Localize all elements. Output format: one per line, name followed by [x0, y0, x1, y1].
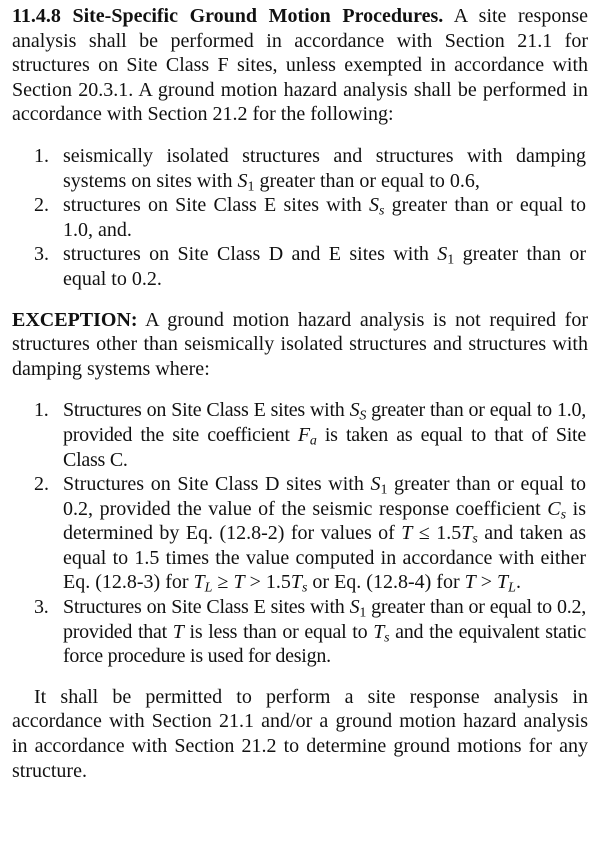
list-number: 2. [34, 473, 49, 496]
list-item: 1. seismically isolated structures and st… [34, 144, 586, 195]
intro-paragraph: 11.4.8 Site-Specific Ground Motion Proce… [12, 4, 588, 127]
list-item: 3. Structures on Site Class E sites with … [34, 596, 586, 668]
list-item: 2. Structures on Site Class D sites with … [34, 473, 586, 596]
standard-section: 11.4.8 Site-Specific Ground Motion Proce… [0, 0, 600, 783]
list-number: 1. [34, 144, 49, 167]
exception-list: 1. Structures on Site Class E sites with … [12, 398, 588, 669]
exception-label: EXCEPTION: [12, 308, 138, 331]
list-item: 2. structures on Site Class E sites with … [34, 194, 586, 241]
section-heading: 11.4.8 Site-Specific Ground Motion Proce… [12, 5, 444, 27]
list-number: 2. [34, 194, 49, 217]
list-number: 1. [34, 399, 49, 422]
final-paragraph: It shall be permitted to perform a site … [12, 685, 588, 782]
list-number: 3. [34, 596, 49, 619]
list-item: 1. Structures on Site Class E sites with … [34, 399, 586, 471]
list-item: 3. structures on Site Class D and E sites… [34, 243, 587, 290]
exception-paragraph: EXCEPTION: A ground motion hazard analys… [12, 308, 588, 382]
list-number: 3. [34, 243, 49, 266]
requirement-list: 1. seismically isolated structures and st… [12, 144, 588, 292]
